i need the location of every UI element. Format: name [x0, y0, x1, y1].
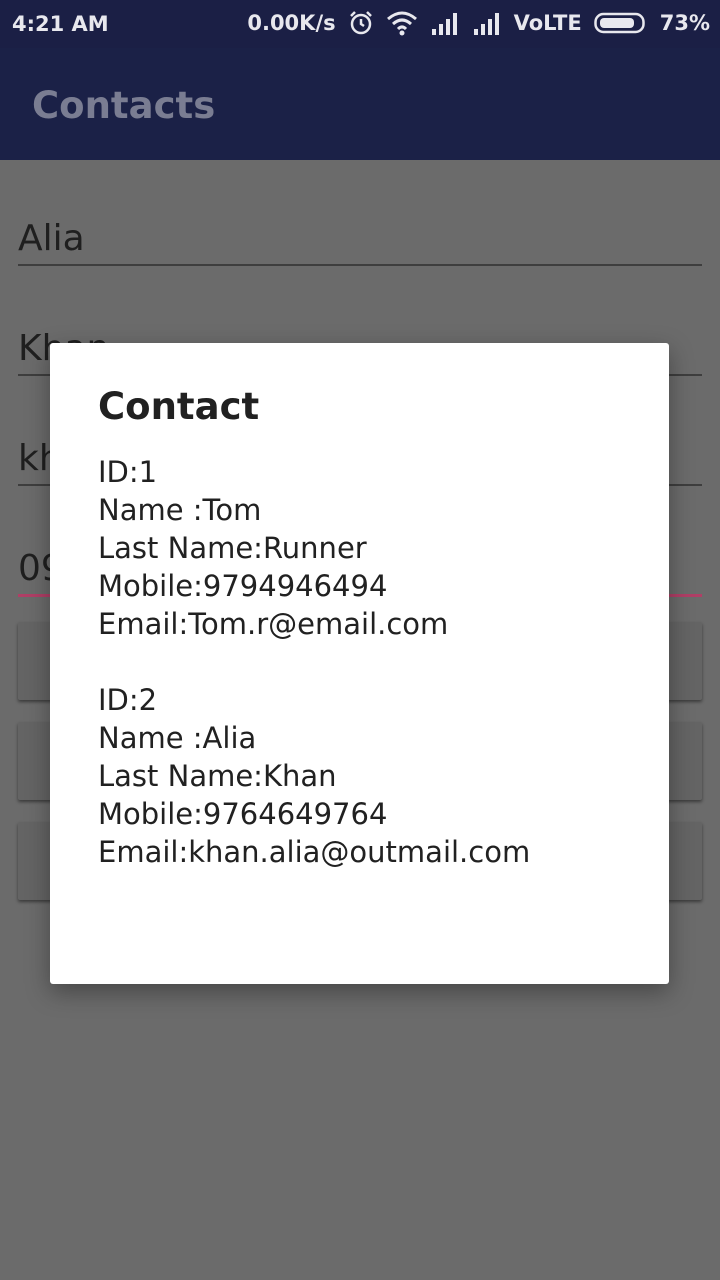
contact-dialog: Contact ID:1 Name :Tom Last Name:Runner …	[50, 343, 669, 984]
dialog-message: ID:1 Name :Tom Last Name:Runner Mobile:9…	[98, 453, 658, 909]
contact-name: Name :Alia	[98, 721, 257, 755]
contact-last-name: Last Name:Runner	[98, 531, 367, 565]
contact-email: Email:Tom.r@email.com	[98, 607, 449, 641]
contact-last-name: Last Name:Khan	[98, 759, 337, 793]
contact-entry: ID:1 Name :Tom Last Name:Runner Mobile:9…	[98, 453, 658, 643]
contact-name: Name :Tom	[98, 493, 262, 527]
contact-entry: ID:2 Name :Alia Last Name:Khan Mobile:97…	[98, 681, 658, 871]
contact-id: ID:1	[98, 455, 158, 489]
contact-email: Email:khan.alia@outmail.com	[98, 835, 531, 869]
contact-id: ID:2	[98, 683, 158, 717]
contact-mobile: Mobile:9764649764	[98, 797, 388, 831]
dialog-title: Contact	[98, 385, 260, 428]
contact-mobile: Mobile:9794946494	[98, 569, 388, 603]
